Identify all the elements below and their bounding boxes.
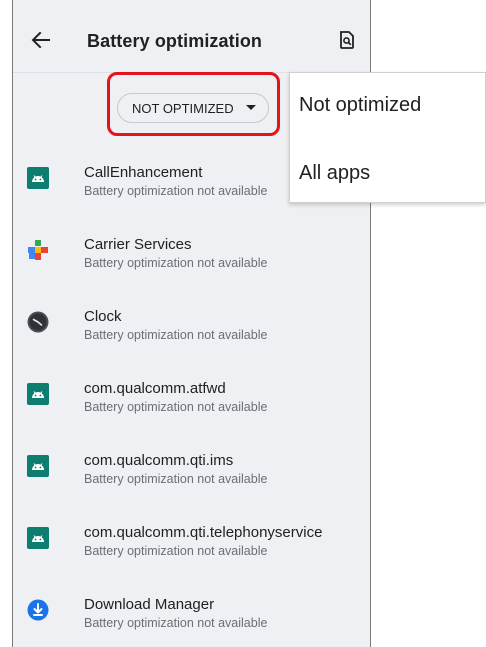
app-status: Battery optimization not available	[84, 184, 268, 198]
app-name: com.qualcomm.atfwd	[84, 380, 226, 397]
download-icon	[27, 599, 49, 621]
app-name: com.qualcomm.qti.ims	[84, 452, 234, 469]
page-title: Battery optimization	[87, 31, 263, 51]
filter-dropdown[interactable]: NOT OPTIMIZED	[117, 93, 269, 123]
app-status: Battery optimization not available	[84, 328, 268, 342]
filter-dropdown-menu: Not optimized All apps	[289, 72, 486, 203]
app-name: Clock	[84, 308, 122, 325]
chevron-down-icon	[246, 105, 256, 110]
app-name: Download Manager	[84, 596, 215, 613]
android-icon	[27, 383, 49, 405]
app-status: Battery optimization not available	[84, 544, 268, 558]
dropdown-option-not-optimized[interactable]: Not optimized	[299, 94, 421, 117]
android-icon	[27, 167, 49, 189]
app-status: Battery optimization not available	[84, 472, 268, 486]
app-name: com.qualcomm.qti.telephonyservice	[84, 524, 323, 541]
app-name: Carrier Services	[84, 236, 192, 253]
filter-selected-label: NOT OPTIMIZED	[132, 100, 234, 116]
app-status: Battery optimization not available	[84, 256, 268, 270]
list-item[interactable]: Download Manager Battery optimization no…	[13, 586, 370, 647]
app-name: CallEnhancement	[84, 164, 203, 181]
list-item[interactable]: com.qualcomm.atfwd Battery optimization …	[13, 370, 370, 442]
app-status: Battery optimization not available	[84, 400, 268, 414]
search-in-page-icon[interactable]	[339, 31, 355, 49]
list-item[interactable]: com.qualcomm.qti.telephonyservice Batter…	[13, 514, 370, 586]
list-item[interactable]: Clock Battery optimization not available	[13, 298, 370, 370]
dropdown-option-all-apps[interactable]: All apps	[299, 162, 370, 185]
app-status: Battery optimization not available	[84, 616, 268, 630]
arrow-left-icon[interactable]	[31, 30, 51, 50]
carrier-services-icon	[28, 240, 48, 260]
list-item[interactable]: com.qualcomm.qti.ims Battery optimizatio…	[13, 442, 370, 514]
android-icon	[27, 527, 49, 549]
android-icon	[27, 455, 49, 477]
list-item[interactable]: Carrier Services Battery optimization no…	[13, 226, 370, 298]
app-bar: Battery optimization	[13, 0, 370, 73]
clock-icon	[27, 311, 49, 333]
